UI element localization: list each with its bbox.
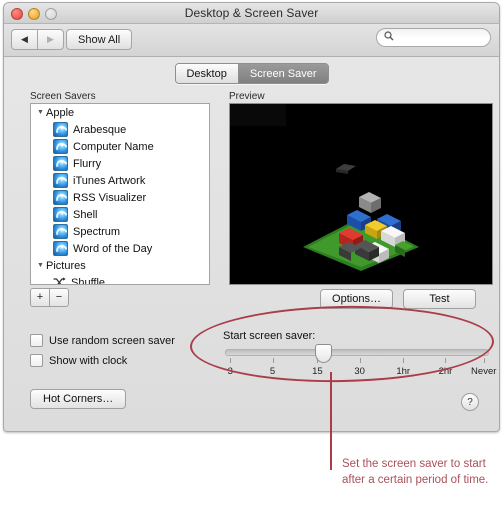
screensaver-icon (53, 224, 68, 239)
list-item[interactable]: Flurry (31, 155, 209, 172)
list-item-label: Arabesque (73, 123, 127, 136)
test-button[interactable]: Test (403, 289, 476, 309)
options-button[interactable]: Options… (320, 289, 393, 309)
forward-button[interactable]: ▶ (37, 29, 64, 50)
group-header-pictures[interactable]: ▼ Pictures (31, 257, 209, 274)
window-titlebar: Desktop & Screen Saver (4, 3, 499, 24)
list-item-label: Flurry (73, 157, 102, 170)
disclosure-triangle-icon[interactable]: ▼ (37, 109, 46, 116)
annotation-leader-line (330, 372, 332, 470)
screensaver-icon (53, 122, 68, 137)
search-field[interactable] (376, 28, 491, 47)
list-item[interactable]: Spectrum (31, 223, 209, 240)
add-screensaver-button[interactable]: + (30, 288, 49, 307)
back-button[interactable]: ◀ (11, 29, 37, 50)
tab-desktop[interactable]: Desktop (175, 64, 238, 83)
list-item[interactable]: iTunes Artwork (31, 172, 209, 189)
group-label-pictures: Pictures (46, 259, 86, 272)
checkbox-label: Use random screen saver (49, 334, 175, 347)
group-label-apple: Apple (46, 106, 75, 119)
checkbox-label: Show with clock (49, 354, 128, 367)
checkbox-show-with-clock[interactable]: Show with clock (30, 354, 175, 367)
list-item[interactable]: Word of the Day (31, 240, 209, 257)
checkbox-icon[interactable] (30, 334, 43, 347)
tab-screen-saver[interactable]: Screen Saver (237, 64, 328, 83)
system-preferences-window: Desktop & Screen Saver ◀ ▶ Show All Desk… (3, 2, 500, 432)
slider-tick-label: Never (471, 366, 497, 377)
lego-build-preview (299, 177, 423, 276)
help-button[interactable]: ? (461, 393, 479, 411)
slider-ticks (225, 358, 489, 366)
list-item-label: Computer Name (73, 140, 154, 153)
slider-tick-label: 30 (354, 366, 365, 377)
slider-track[interactable] (225, 344, 489, 363)
show-all-button[interactable]: Show All (66, 29, 133, 50)
tab-bar: Desktop Screen Saver (4, 63, 499, 87)
slider-tick-label: 1hr (396, 366, 411, 377)
list-item-label: iTunes Artwork (73, 174, 146, 187)
slider-tick-label: 5 (269, 366, 276, 377)
preview-corner-block (230, 104, 286, 126)
screensaver-icon (53, 139, 68, 154)
slider-tick-label: 2hr (438, 366, 453, 377)
slider-tick-label: 3 (227, 366, 233, 377)
disclosure-triangle-icon[interactable]: ▼ (37, 262, 46, 269)
hot-corners-button[interactable]: Hot Corners… (30, 389, 127, 409)
list-item-label: Shuffle (71, 276, 106, 285)
screensaver-icon (53, 241, 68, 256)
list-item[interactable]: Shell (31, 206, 209, 223)
preview-area (229, 103, 493, 285)
list-actions-row: + − Options… Test (18, 288, 485, 312)
list-item-label: Spectrum (73, 225, 121, 238)
checkbox-group: Use random screen saver Show with clock (30, 334, 175, 367)
list-item-label: RSS Visualizer (73, 191, 147, 204)
window-title: Desktop & Screen Saver (184, 6, 319, 20)
preview-label: Preview (229, 91, 265, 102)
slider-title: Start screen saver: (223, 330, 316, 342)
list-item-label: Shell (73, 208, 98, 221)
lists-and-preview-row: Screen Savers Preview ▼ Apple Arabesque … (18, 91, 493, 286)
navigation-buttons: ◀ ▶ (11, 29, 64, 50)
start-screen-saver-slider-group: Start screen saver: 3 5 15 30 1hr 2hr Ne… (223, 330, 497, 379)
group-header-apple[interactable]: ▼ Apple (31, 104, 209, 121)
screensaver-icon (53, 156, 68, 171)
checkbox-icon[interactable] (30, 354, 43, 367)
search-icon (384, 31, 394, 44)
window-toolbar: ◀ ▶ Show All (4, 24, 499, 57)
list-item[interactable]: Shuffle (31, 274, 209, 285)
screensaver-icon (53, 190, 68, 205)
screen-savers-label: Screen Savers (30, 91, 96, 102)
list-item[interactable]: Arabesque (31, 121, 209, 138)
screen-saver-pane: Screen Savers Preview ▼ Apple Arabesque … (4, 91, 499, 404)
list-item-label: Word of the Day (73, 242, 153, 255)
slider-tick-labels: 3 5 15 30 1hr 2hr Never (225, 366, 497, 379)
shuffle-icon (53, 276, 66, 284)
annotation-text: Set the screen saver to start after a ce… (342, 458, 489, 486)
add-remove-buttons: + − (30, 288, 69, 307)
checkbox-use-random-screen-saver[interactable]: Use random screen saver (30, 334, 175, 347)
list-item[interactable]: RSS Visualizer (31, 189, 209, 206)
search-input[interactable] (398, 30, 483, 45)
slider-tick-label: 15 (312, 366, 323, 377)
screensaver-icon (53, 173, 68, 188)
screensaver-icon (53, 207, 68, 222)
list-item[interactable]: Computer Name (31, 138, 209, 155)
screen-savers-list[interactable]: ▼ Apple Arabesque Computer Name Flurry i… (30, 103, 210, 285)
remove-screensaver-button[interactable]: − (49, 288, 69, 307)
